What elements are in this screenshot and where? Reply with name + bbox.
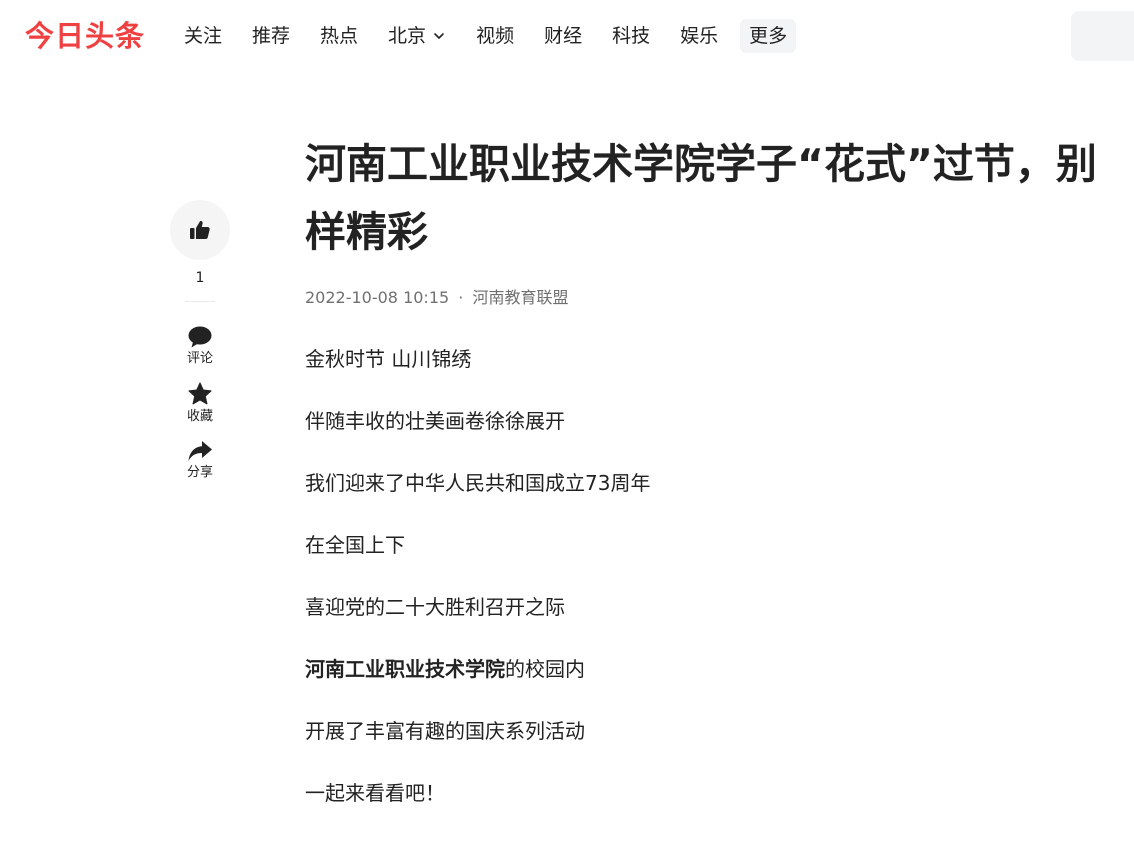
nav-item-city[interactable]: 北京 (388, 19, 446, 53)
nav-item-finance[interactable]: 财经 (544, 19, 582, 53)
comment-button[interactable]: 评论 (170, 325, 230, 367)
favorite-button[interactable]: 收藏 (170, 381, 230, 425)
comment-label: 评论 (186, 351, 213, 366)
article-action-rail: 1 评论 收藏 分享 (170, 200, 230, 481)
share-button[interactable]: 分享 (170, 439, 230, 481)
chevron-down-icon (434, 33, 444, 39)
nav-more-label: 更多 (749, 25, 788, 47)
nav-item-tech[interactable]: 科技 (612, 19, 650, 53)
nav-item-label: 北京 (388, 25, 427, 47)
nav-item-video[interactable]: 视频 (476, 19, 514, 53)
article-paragraph: 河南工业职业技术学院的校园内 (305, 654, 1105, 684)
channel-nav: 关注 推荐 热点 北京 视频 财经 科技 娱乐 更多 (184, 19, 826, 53)
article-meta: 2022-10-08 10:15 · 河南教育联盟 (305, 288, 1105, 308)
article: 河南工业职业技术学院学子“花式”过节，别样精彩 2022-10-08 10:15… (305, 130, 1105, 840)
nav-item-label: 关注 (184, 25, 223, 47)
like-button[interactable] (170, 200, 230, 260)
nav-item-follow[interactable]: 关注 (184, 19, 222, 53)
paragraph-text: 的校园内 (505, 657, 585, 681)
nav-item-entertainment[interactable]: 娱乐 (680, 19, 718, 53)
article-paragraph: 喜迎党的二十大胜利召开之际 (305, 595, 565, 619)
nav-item-recommend[interactable]: 推荐 (252, 19, 290, 53)
nav-item-label: 推荐 (252, 25, 291, 47)
nav-item-label: 财经 (544, 25, 583, 47)
nav-item-label: 科技 (612, 25, 651, 47)
publish-time: 2022-10-08 10:15 (305, 288, 450, 307)
share-icon (188, 441, 212, 461)
favorite-label: 收藏 (186, 409, 213, 424)
nav-item-label: 视频 (476, 25, 515, 47)
comment-icon (188, 326, 212, 348)
share-label: 分享 (186, 465, 213, 480)
nav-item-hot[interactable]: 热点 (320, 19, 358, 53)
article-paragraph: 开展了丰富有趣的国庆系列活动 (305, 719, 585, 743)
article-content: 金秋时节 山川锦绣 伴随丰收的壮美画卷徐徐展开 我们迎来了中华人民共和国成立73… (305, 344, 1105, 808)
star-icon (188, 382, 212, 405)
article-paragraph: 我们迎来了中华人民共和国成立73周年 (305, 471, 651, 495)
article-title: 河南工业职业技术学院学子“花式”过节，别样精彩 (305, 140, 1097, 256)
nav-item-label: 热点 (320, 25, 359, 47)
article-paragraph: 金秋时节 山川锦绣 (305, 347, 472, 371)
toutiao-logo[interactable]: 今日头条 (25, 18, 145, 54)
meta-separator: · (458, 288, 464, 307)
bold-school-name: 河南工业职业技术学院 (305, 657, 505, 681)
rail-divider (185, 301, 215, 302)
nav-item-label: 娱乐 (680, 25, 719, 47)
article-paragraph: 在全国上下 (305, 533, 405, 557)
article-paragraph: 伴随丰收的壮美画卷徐徐展开 (305, 409, 565, 433)
article-paragraph: 一起来看看吧！ (305, 781, 445, 805)
search-box[interactable] (1071, 11, 1134, 61)
article-source[interactable]: 河南教育联盟 (472, 288, 568, 307)
nav-more-button[interactable]: 更多 (740, 19, 797, 53)
top-nav-bar: 今日头条 关注 推荐 热点 北京 视频 财经 科技 娱乐 更多 (0, 0, 1134, 74)
like-count: 1 (195, 270, 205, 286)
thumbs-up-icon (190, 221, 210, 239)
